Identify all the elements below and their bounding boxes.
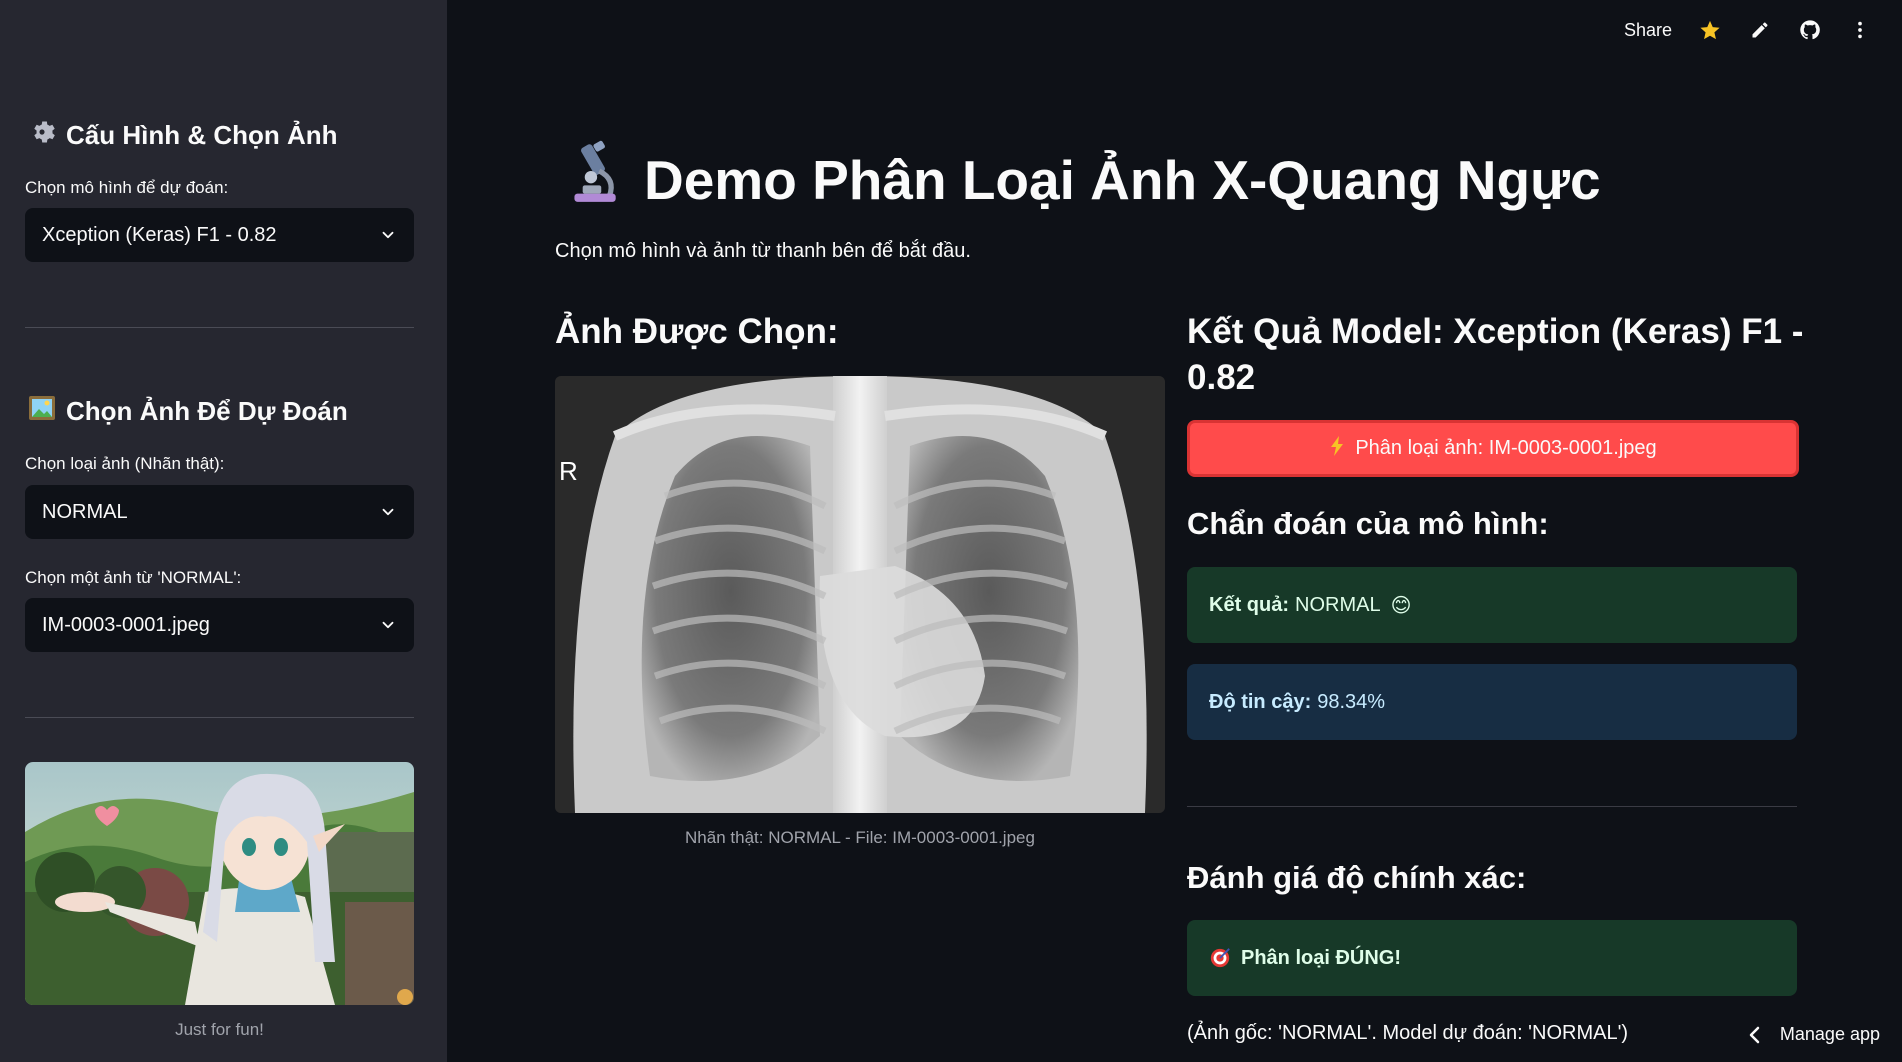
chevron-left-icon — [1749, 1026, 1760, 1043]
accuracy-heading: Đánh giá độ chính xác: — [1187, 860, 1527, 895]
framed-picture-icon — [28, 394, 56, 429]
star-icon[interactable] — [1698, 18, 1722, 42]
model-select-value: Xception (Keras) F1 - 0.82 — [42, 223, 277, 246]
page-title-text: Demo Phân Loại Ảnh X-Quang Ngực — [644, 148, 1601, 211]
model-select-label: Chọn mô hình để dự đoán: — [25, 178, 229, 197]
target-icon — [1209, 947, 1231, 969]
selected-image-heading: Ảnh Được Chọn: — [555, 312, 839, 351]
fun-image — [25, 762, 414, 1005]
result-label: Kết quả: — [1209, 593, 1289, 616]
main-divider — [1187, 806, 1797, 807]
classify-button-label: Phân loại ảnh: IM-0003-0001.jpeg — [1355, 437, 1657, 459]
accuracy-alert: Phân loại ĐÚNG! — [1187, 920, 1797, 996]
github-icon[interactable] — [1798, 18, 1822, 42]
microscope-icon — [560, 140, 626, 219]
accuracy-result: Phân loại ĐÚNG! — [1241, 946, 1402, 969]
lightning-icon — [1329, 435, 1345, 462]
diagnosis-heading: Chẩn đoán của mô hình: — [1187, 506, 1549, 541]
page-title: Demo Phân Loại Ảnh X-Quang Ngực — [560, 140, 1601, 219]
result-value: NORMAL — [1295, 593, 1381, 616]
page-subtitle: Chọn mô hình và ảnh từ thanh bên để bắt … — [555, 240, 971, 262]
confidence-value: 98.34% — [1317, 690, 1386, 713]
file-select[interactable]: IM-0003-0001.jpeg — [25, 598, 414, 652]
smiling-face-icon: 😊 — [1390, 594, 1412, 617]
image-heading-text: Chọn Ảnh Để Dự Đoán — [66, 396, 348, 426]
gear-icon — [28, 118, 56, 153]
result-alert: Kết quả: NORMAL 😊 — [1187, 567, 1797, 643]
sidebar: Cấu Hình & Chọn Ảnh Chọn mô hình để dự đ… — [0, 0, 447, 1062]
image-heading: Chọn Ảnh Để Dự Đoán — [28, 394, 348, 429]
result-heading: Kết Quả Model: Xception (Keras) F1 - 0.8… — [1187, 309, 1803, 401]
class-select[interactable]: NORMAL — [25, 485, 414, 539]
confidence-label: Độ tin cậy: — [1209, 690, 1312, 713]
config-heading: Cấu Hình & Chọn Ảnh — [28, 118, 338, 153]
sidebar-divider — [25, 327, 414, 328]
sidebar-divider — [25, 717, 414, 718]
confidence-alert: Độ tin cậy: 98.34% — [1187, 664, 1797, 740]
xray-image: R — [555, 376, 1165, 813]
file-select-label: Chọn một ảnh từ 'NORMAL': — [25, 568, 242, 587]
class-select-label: Chọn loại ảnh (Nhãn thật): — [25, 454, 225, 473]
pencil-icon[interactable] — [1748, 18, 1772, 42]
model-select[interactable]: Xception (Keras) F1 - 0.82 — [25, 208, 414, 262]
xray-caption: Nhãn thật: NORMAL - File: IM-0003-0001.j… — [685, 828, 1035, 847]
chevron-down-icon — [382, 231, 394, 239]
more-vertical-icon[interactable] — [1848, 18, 1872, 42]
manage-app-label: Manage app — [1779, 1024, 1880, 1044]
config-heading-text: Cấu Hình & Chọn Ảnh — [66, 120, 338, 150]
result-heading-line2: 0.82 — [1187, 358, 1256, 397]
class-select-value: NORMAL — [42, 500, 128, 523]
chevron-down-icon — [382, 621, 394, 629]
share-button[interactable]: Share — [1624, 20, 1672, 41]
chevron-down-icon — [382, 508, 394, 516]
classify-button[interactable]: Phân loại ảnh: IM-0003-0001.jpeg — [1187, 420, 1799, 477]
fun-image-caption: Just for fun! — [175, 1020, 264, 1039]
top-toolbar: Share — [1624, 18, 1872, 42]
prediction-footnote: (Ảnh gốc: 'NORMAL'. Model dự đoán: 'NORM… — [1187, 1022, 1629, 1044]
result-heading-line1: Kết Quả Model: Xception (Keras) F1 - — [1187, 312, 1804, 351]
file-select-value: IM-0003-0001.jpeg — [42, 613, 210, 636]
xray-marker: R — [559, 456, 578, 486]
manage-app-button[interactable]: Manage app — [1748, 1024, 1880, 1045]
